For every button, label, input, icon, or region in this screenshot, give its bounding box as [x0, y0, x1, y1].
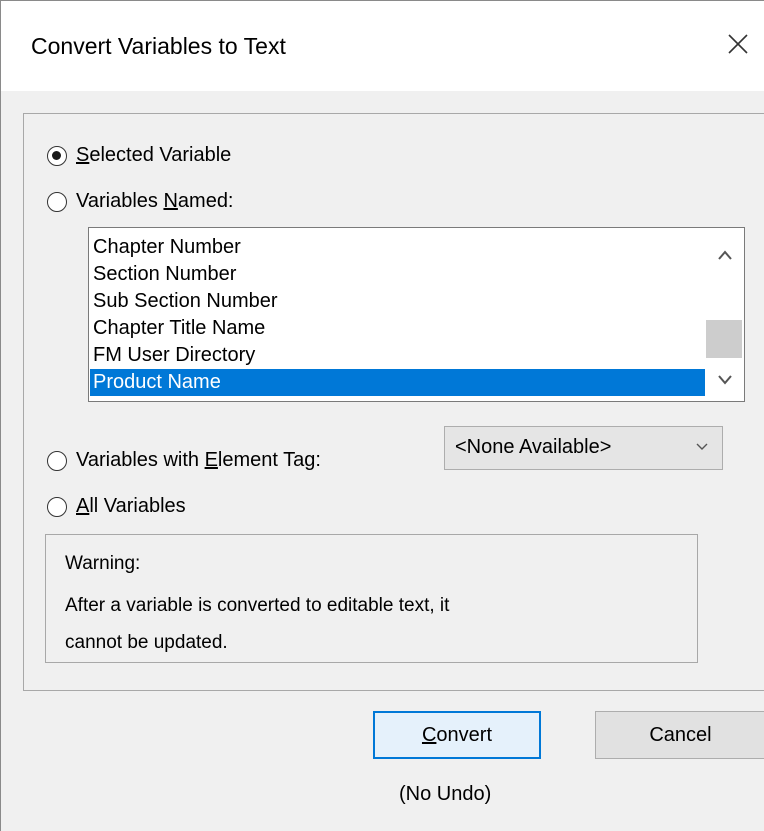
- all-variables-label: All Variables: [76, 495, 186, 517]
- list-item[interactable]: Section Number: [90, 261, 705, 288]
- warning-title: Warning:: [65, 553, 141, 574]
- element-tag-label: Variables with Element Tag:: [76, 449, 321, 471]
- list-item[interactable]: Chapter Title Name: [90, 315, 705, 342]
- variables-list: Chapter Number Section Number Sub Sectio…: [90, 234, 705, 396]
- element-tag-select-value: <None Available>: [455, 436, 612, 458]
- list-item-selected[interactable]: Product Name: [90, 369, 705, 396]
- title-bar: Convert Variables to Text: [1, 1, 764, 91]
- warning-text-line1: After a variable is converted to editabl…: [65, 595, 450, 616]
- scrollbar-thumb[interactable]: [706, 320, 742, 358]
- all-variables-radio[interactable]: [47, 496, 67, 517]
- cancel-button-label: Cancel: [649, 723, 712, 746]
- chevron-up-icon[interactable]: [716, 248, 734, 262]
- list-item[interactable]: Sub Section Number: [90, 288, 705, 315]
- convert-button-label: Convert: [421, 723, 493, 746]
- element-tag-select[interactable]: <None Available>: [444, 426, 723, 470]
- list-item[interactable]: FM User Directory: [90, 342, 705, 369]
- variables-named-radio[interactable]: [47, 191, 67, 212]
- chevron-down-icon[interactable]: [716, 373, 734, 387]
- no-undo-note: (No Undo): [399, 783, 492, 805]
- list-scrollbar[interactable]: [706, 228, 744, 401]
- warning-box: Warning: After a variable is converted t…: [45, 534, 698, 663]
- convert-variables-dialog: Convert Variables to Text Selected Varia…: [0, 0, 764, 831]
- element-tag-option[interactable]: Variables with Element Tag:: [47, 449, 321, 472]
- selected-variable-label: Selected Variable: [76, 144, 232, 166]
- cancel-button[interactable]: Cancel: [595, 711, 764, 759]
- all-variables-option[interactable]: All Variables: [47, 495, 186, 518]
- variables-named-option[interactable]: Variables Named:: [47, 190, 234, 213]
- convert-button[interactable]: Convert: [373, 711, 541, 759]
- selected-variable-radio[interactable]: [47, 145, 67, 166]
- dialog-title: Convert Variables to Text: [31, 33, 286, 59]
- warning-text-line2: cannot be updated.: [65, 632, 228, 653]
- selected-variable-option[interactable]: Selected Variable: [47, 144, 231, 167]
- chevron-down-icon: [696, 443, 708, 450]
- close-icon[interactable]: [723, 29, 753, 59]
- list-item[interactable]: Chapter Number: [90, 234, 705, 261]
- variables-named-label: Variables Named:: [76, 190, 234, 212]
- element-tag-radio[interactable]: [47, 450, 67, 471]
- variables-listbox[interactable]: Chapter Number Section Number Sub Sectio…: [88, 227, 745, 402]
